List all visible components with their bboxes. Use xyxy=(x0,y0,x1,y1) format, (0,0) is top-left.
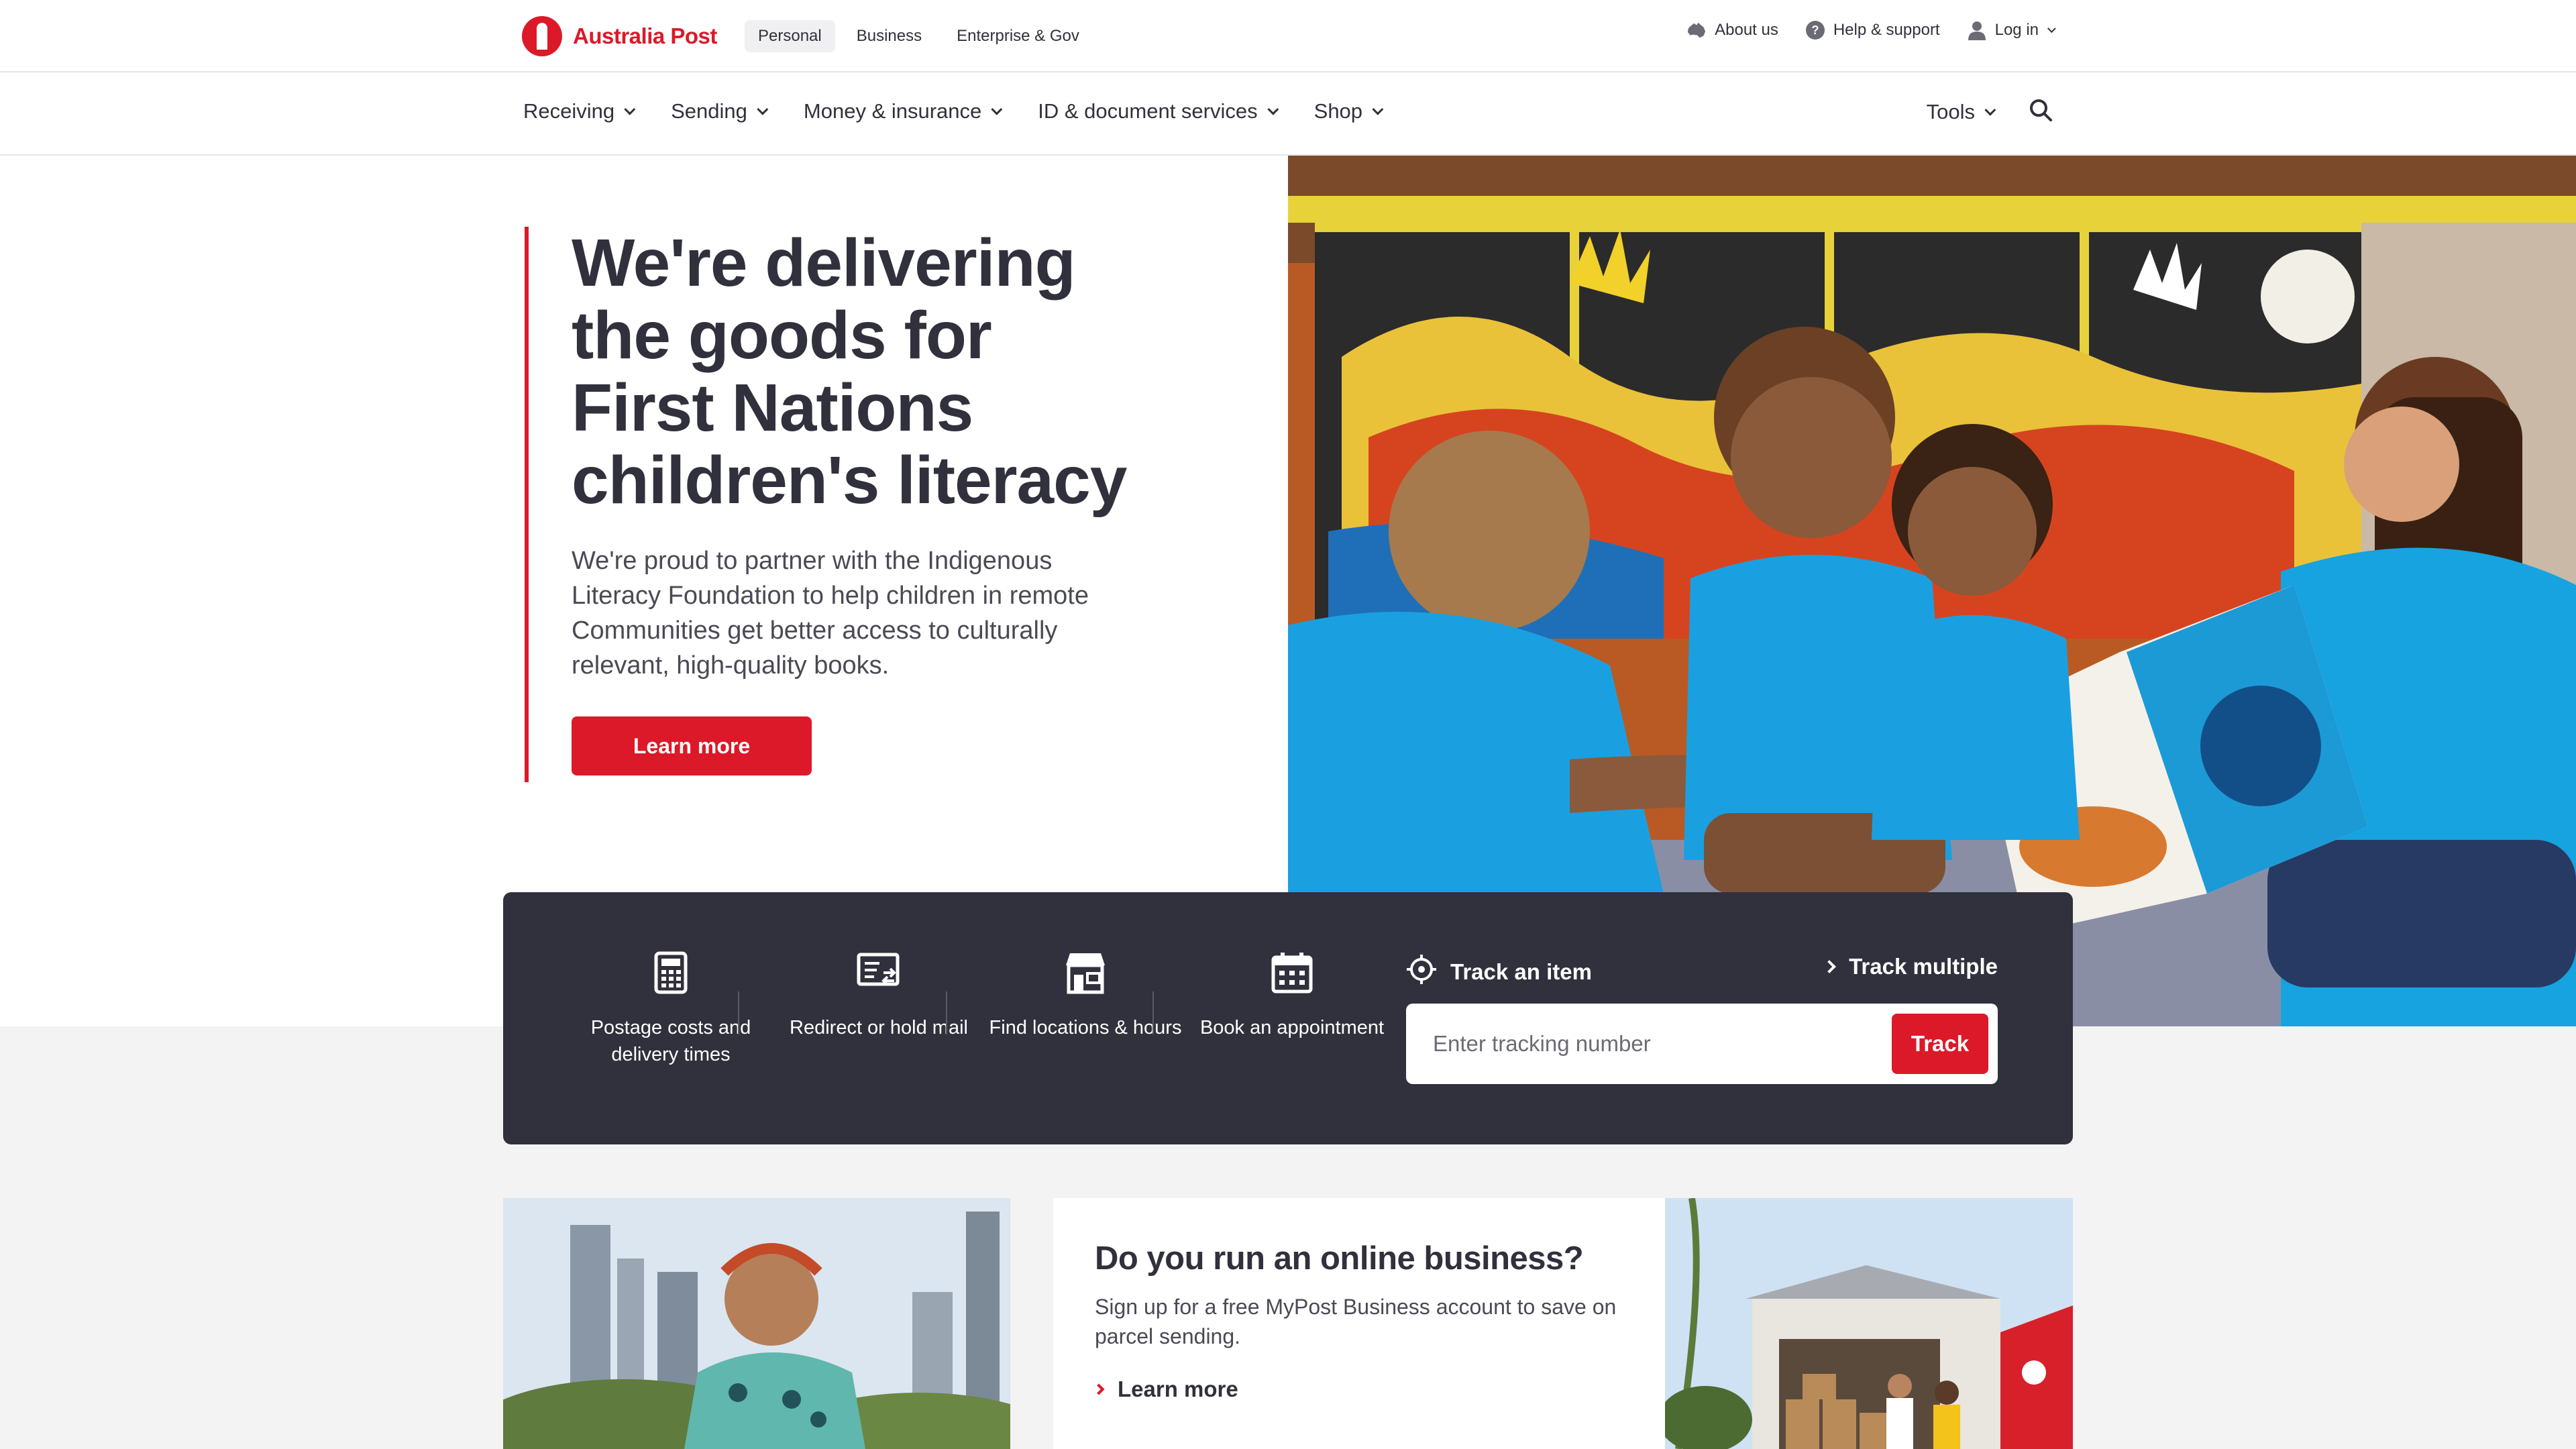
redirect-mail-icon xyxy=(775,946,982,1000)
quicklink-label: Redirect or hold mail xyxy=(790,1017,968,1038)
search-icon[interactable] xyxy=(2029,98,2053,125)
track-item-heading: Track an item xyxy=(1406,954,1592,990)
chevron-down-icon xyxy=(1984,104,1996,116)
online-business-title: Do you run an online business? xyxy=(1095,1240,1584,1277)
segment-personal[interactable]: Personal xyxy=(745,20,835,52)
quick-links-panel: Postage costs and delivery times Redirec… xyxy=(503,892,2073,1144)
quicklink-postage-costs[interactable]: Postage costs and delivery times xyxy=(568,946,774,1068)
utility-links: About us ? Help & support Log in xyxy=(1686,20,2056,40)
help-support-label: Help & support xyxy=(1833,21,1940,39)
login-label: Log in xyxy=(1994,21,2039,39)
crosshair-icon xyxy=(1406,954,1437,990)
chevron-right-icon xyxy=(1823,960,1836,973)
audience-segments: Personal Business Enterprise & Gov xyxy=(745,20,1093,52)
top-utility-bar xyxy=(0,0,2576,72)
user-icon xyxy=(1967,20,1987,40)
quicklink-label: Book an appointment xyxy=(1199,1017,1385,1038)
nav-money-insurance[interactable]: Money & insurance xyxy=(803,99,1003,123)
online-business-content: Do you run an online business? Sign up f… xyxy=(1093,1240,1645,1402)
chevron-down-icon xyxy=(991,103,1003,115)
australia-post-logo[interactable]: Australia Post xyxy=(522,15,717,58)
nav-sending-label: Sending xyxy=(671,99,747,123)
segment-enterprise-gov[interactable]: Enterprise & Gov xyxy=(943,20,1093,52)
chevron-down-icon xyxy=(757,103,769,115)
delivery-image xyxy=(1665,1198,2073,1449)
learn-more-label: Learn more xyxy=(1118,1377,1238,1401)
track-button[interactable]: Track xyxy=(1892,1014,1988,1074)
chevron-right-icon xyxy=(1093,1383,1105,1395)
calendar-icon xyxy=(1189,946,1395,1000)
hero-description: We're proud to partner with the Indigeno… xyxy=(572,547,1089,680)
logo-text: Australia Post xyxy=(573,23,717,48)
nav-id-document-services[interactable]: ID & document services xyxy=(1038,99,1279,123)
chevron-down-icon xyxy=(1267,103,1279,115)
nav-receiving-label: Receiving xyxy=(523,99,615,123)
chevron-down-icon xyxy=(624,103,636,115)
divider xyxy=(1152,991,1154,1034)
nav-tools-label: Tools xyxy=(1926,99,1975,123)
nav-receiving[interactable]: Receiving xyxy=(523,99,636,123)
track-multiple-label: Track multiple xyxy=(1849,954,1998,979)
post-office-icon xyxy=(982,946,1189,1000)
quicklink-label: Find locations & hours xyxy=(989,1017,1182,1038)
quicklink-find-locations[interactable]: Find locations & hours xyxy=(982,946,1189,1041)
divider xyxy=(738,991,739,1034)
tracking-number-input[interactable] xyxy=(1433,1024,1876,1064)
online-business-card: Do you run an online business? Sign up f… xyxy=(1053,1198,2073,1449)
quicklink-book-appointment[interactable]: Book an appointment xyxy=(1189,946,1395,1041)
quicklink-redirect-hold-mail[interactable]: Redirect or hold mail xyxy=(775,946,982,1041)
online-business-learn-more-link[interactable]: Learn more xyxy=(1093,1377,1645,1402)
nav-sending[interactable]: Sending xyxy=(671,99,769,123)
track-item-label: Track an item xyxy=(1450,959,1592,984)
tracking-form: Track xyxy=(1406,1004,1998,1084)
nav-tools[interactable]: Tools xyxy=(1926,99,1996,124)
nav-money-label: Money & insurance xyxy=(803,99,982,123)
track-multiple-link[interactable]: Track multiple xyxy=(1823,954,1998,979)
svg-text:?: ? xyxy=(1811,23,1819,37)
divider xyxy=(946,991,947,1034)
nav-id-label: ID & document services xyxy=(1038,99,1258,123)
hero-learn-more-button[interactable]: Learn more xyxy=(572,716,812,775)
hero-content: We're delivering the goods for First Nat… xyxy=(525,227,1128,782)
post-logo-icon xyxy=(522,16,562,56)
nav-shop-label: Shop xyxy=(1313,99,1363,123)
calculator-icon xyxy=(568,946,774,1000)
nav-right: Tools xyxy=(1927,98,2053,125)
login-menu[interactable]: Log in xyxy=(1967,20,2056,40)
help-icon: ? xyxy=(1805,20,1825,40)
promo-image-city-man[interactable] xyxy=(503,1198,1010,1449)
help-support-link[interactable]: ? Help & support xyxy=(1805,20,1940,40)
australia-map-icon xyxy=(1686,20,1707,40)
nav-menu: Receiving Sending Money & insurance ID &… xyxy=(523,99,1384,123)
online-business-description: Sign up for a free MyPost Business accou… xyxy=(1095,1295,1617,1348)
nav-shop[interactable]: Shop xyxy=(1313,99,1384,123)
about-us-link[interactable]: About us xyxy=(1686,20,1778,40)
hero-title: We're delivering the goods for First Nat… xyxy=(572,225,1127,518)
segment-business[interactable]: Business xyxy=(843,20,935,52)
about-us-label: About us xyxy=(1715,21,1778,39)
quicklink-label: Postage costs and delivery times xyxy=(590,1017,751,1065)
